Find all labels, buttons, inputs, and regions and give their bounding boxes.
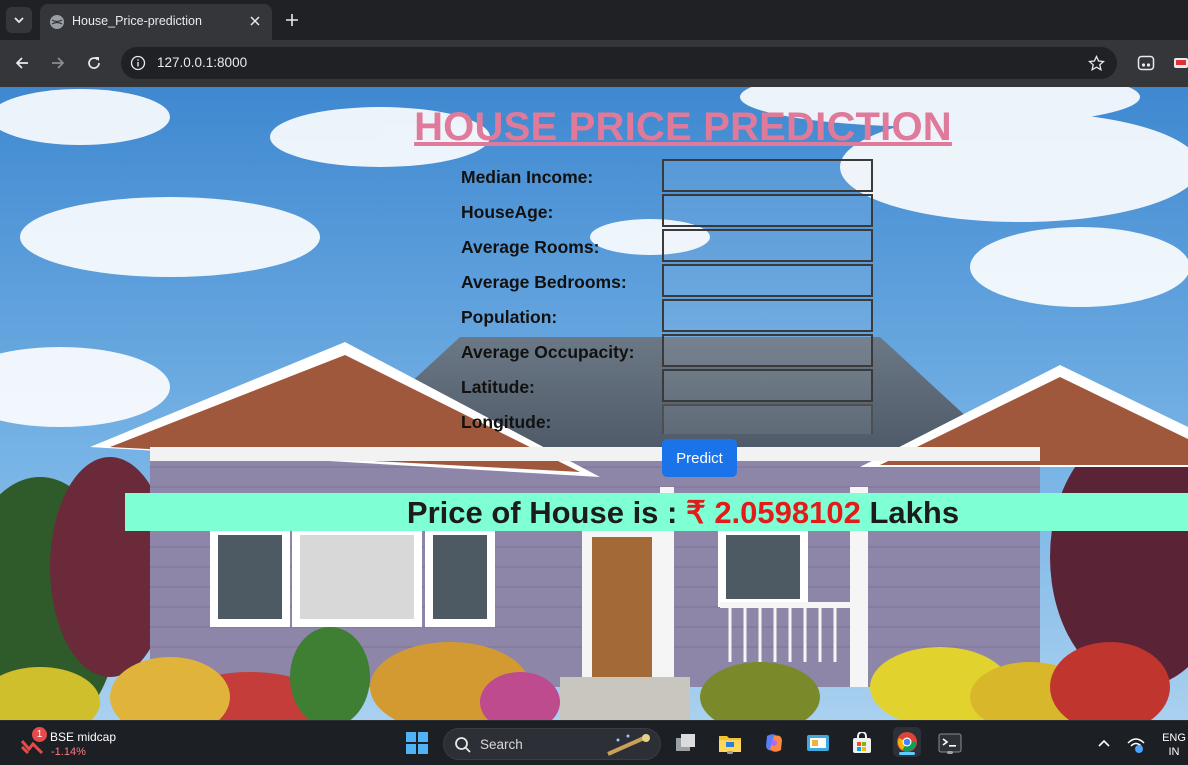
result-unit: Lakhs (869, 495, 960, 530)
predict-button[interactable]: Predict (662, 439, 737, 477)
windows-start-button[interactable] (404, 730, 430, 756)
store-app-button[interactable] (805, 730, 831, 756)
form-row-average-rooms: Average Rooms: (461, 229, 873, 263)
population-input[interactable] (662, 299, 873, 332)
chrome-icon (897, 732, 917, 752)
browser-toolbar: 127.0.0.1:8000 (0, 40, 1188, 87)
tab-search-button[interactable] (6, 7, 32, 33)
running-indicator (727, 751, 733, 754)
average-rooms-label: Average Rooms: (461, 237, 600, 257)
app-icon (807, 735, 829, 751)
taskbar: 1 BSE midcap -1.14% Search ENG IN (0, 720, 1188, 765)
widget-title: BSE midcap (50, 730, 117, 744)
terminal-button[interactable] (937, 730, 963, 756)
longitude-input[interactable] (662, 404, 873, 434)
average-rooms-input[interactable] (662, 229, 873, 262)
address-bar[interactable]: 127.0.0.1:8000 (121, 47, 1117, 79)
info-icon[interactable] (129, 54, 147, 72)
terminal-icon (938, 733, 962, 753)
microsoft-store-button[interactable] (849, 730, 875, 756)
language-code: ENG (1162, 732, 1186, 744)
copilot-button[interactable] (761, 730, 787, 756)
new-tab-button[interactable] (281, 9, 303, 31)
close-icon[interactable] (246, 12, 264, 30)
forward-button[interactable] (47, 52, 69, 74)
task-view-icon (676, 734, 695, 751)
language-indicator[interactable]: ENG IN (1160, 731, 1188, 759)
median-income-label: Median Income: (461, 167, 594, 187)
plus-icon (286, 14, 298, 26)
average-bedrooms-label: Average Bedrooms: (461, 272, 627, 292)
median-income-input[interactable] (662, 159, 873, 192)
form-row-average-bedrooms: Average Bedrooms: (461, 264, 873, 298)
search-label: Search (480, 737, 523, 752)
house-age-label: HouseAge: (461, 202, 554, 222)
chrome-taskbar-button[interactable] (893, 727, 921, 757)
taskbar-search[interactable]: Search (443, 728, 661, 760)
result-prefix: Price of House is : (406, 495, 678, 530)
search-highlight-icon (607, 734, 650, 756)
arrow-left-icon (15, 57, 28, 69)
form-row-median-income: Median Income: (461, 159, 873, 193)
latitude-label: Latitude: (461, 377, 535, 397)
globe-icon (50, 15, 64, 29)
reload-icon (88, 57, 100, 69)
copilot-icon (766, 734, 782, 752)
form-row-longitude: Longitude: (461, 404, 873, 438)
population-label: Population: (461, 307, 558, 327)
page-title: HOUSE PRICE PREDICTION (414, 105, 952, 149)
folder-icon (719, 736, 741, 752)
file-explorer-button[interactable] (717, 730, 743, 756)
latitude-input[interactable] (662, 369, 873, 402)
average-occupancy-input[interactable] (662, 334, 873, 367)
tab-title: House_Price-prediction (72, 14, 202, 28)
form-row-latitude: Latitude: (461, 369, 873, 403)
tab-strip: House_Price-prediction (0, 0, 1188, 40)
stock-widget[interactable]: 1 BSE midcap -1.14% (20, 727, 140, 759)
tab-house-price-prediction[interactable]: House_Price-prediction (40, 4, 272, 40)
store-bag-icon (853, 732, 871, 753)
bookmark-star-icon[interactable] (1087, 54, 1105, 72)
result-price-value: ₹ 2.0598102 (685, 495, 861, 530)
windows-logo-icon (406, 732, 428, 754)
page-viewport: HOUSE PRICE PREDICTION Median Income: Ho… (0, 87, 1188, 720)
search-icon (455, 737, 471, 753)
active-indicator (899, 752, 915, 755)
task-view-button[interactable] (673, 730, 699, 756)
extension-icon-2[interactable] (1170, 52, 1188, 74)
chevron-down-icon (14, 17, 24, 24)
extension-icon[interactable] (1135, 52, 1157, 74)
url-text: 127.0.0.1:8000 (157, 55, 248, 70)
running-indicator (947, 751, 953, 754)
form-row-population: Population: (461, 299, 873, 333)
average-bedrooms-input[interactable] (662, 264, 873, 297)
chevron-up-icon[interactable] (1096, 735, 1112, 751)
widget-change: -1.14% (51, 746, 86, 758)
longitude-label: Longitude: (461, 412, 552, 432)
form-row-average-occupancy: Average Occupacity: (461, 334, 873, 368)
arrow-right-icon (52, 57, 65, 69)
form-row-house-age: HouseAge: (461, 194, 873, 228)
back-button[interactable] (11, 52, 33, 74)
reload-button[interactable] (83, 52, 105, 74)
network-icon[interactable] (1126, 734, 1146, 754)
house-age-input[interactable] (662, 194, 873, 227)
result-banner: Price of House is : ₹ 2.0598102 Lakhs (125, 493, 1188, 531)
region-code: IN (1168, 746, 1180, 758)
average-occupancy-label: Average Occupacity: (461, 342, 635, 362)
notification-badge: 1 (32, 727, 47, 742)
result-text: Price of House is : ₹ 2.0598102 Lakhs (125, 495, 1188, 531)
